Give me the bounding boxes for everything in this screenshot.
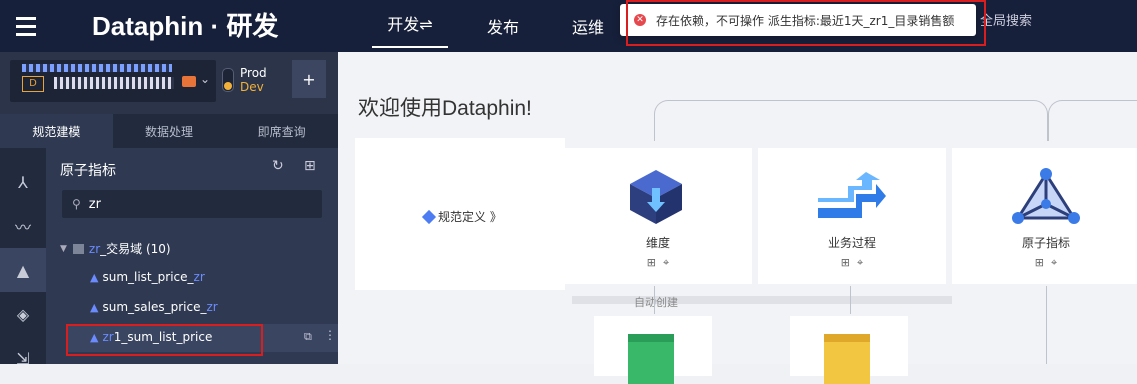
metric-icon: ▲ (90, 270, 99, 284)
card-business-process[interactable]: 业务过程 ⊞ ⌖ (758, 148, 946, 284)
definition-text: 规范定义 》 (438, 210, 502, 224)
card-label: 原子指标 (1021, 236, 1070, 250)
card-label: 维度 (645, 236, 670, 250)
search-icon: ⚲ (72, 197, 81, 211)
nav-publish[interactable]: 发布 (487, 0, 519, 52)
cube-icon (630, 170, 682, 224)
refresh-icon[interactable]: ↻ (272, 158, 284, 174)
card-atomic-metric[interactable]: 原子指标 ⊞ ⌖ (952, 148, 1137, 284)
flow-line (654, 100, 1048, 141)
tree-node-label: _交易域 (10) (100, 242, 171, 256)
folder-icon (72, 243, 84, 254)
process-arrow-icon (818, 172, 886, 218)
flow-line (654, 286, 656, 314)
nav-develop[interactable]: 开发⇌ (372, 0, 448, 48)
project-name-redacted (22, 64, 172, 72)
welcome-title: 欢迎使用Dataphin! (358, 97, 532, 120)
highlight-box-toast (626, 0, 986, 46)
item-suffix: zr (206, 300, 218, 314)
sidebar: D ⌄ Prod Dev + 规范建模 数据处理 即席查询 ⅄ 〰 ▲ ◈ ⇲ … (0, 52, 338, 368)
hierarchy-icon[interactable]: ⅄ (0, 160, 46, 204)
list-item[interactable]: ▲ sum_list_price_ zr (90, 270, 205, 284)
location-icon[interactable]: ⌖ (857, 256, 863, 269)
add-icon[interactable]: ⊞ (841, 256, 850, 269)
layers-icon[interactable]: ◈ (0, 292, 46, 336)
new-file-icon[interactable]: ⊞ (304, 158, 316, 174)
tree-node-trade-domain[interactable]: ▼ zr _交易域 (10) (60, 240, 171, 257)
location-icon[interactable]: ⌖ (1051, 256, 1057, 269)
project-selector[interactable]: D ⌄ (10, 60, 216, 102)
item-label: sum_list_price_ (102, 270, 194, 284)
project-badge: D (22, 76, 44, 92)
triangle-network-icon (1012, 168, 1080, 224)
panel-title: 原子指标 (60, 163, 116, 179)
search-input[interactable]: ⚲ zr (62, 190, 322, 218)
menu-icon[interactable] (0, 0, 52, 52)
nav-operations[interactable]: 运维 (572, 0, 604, 52)
item-suffix: zr (193, 270, 205, 284)
main-content: 欢迎使用Dataphin! 规范定义 》 维度 ⊞ ⌖ 业务过程 ⊞ ⌖ 原子指… (338, 52, 1137, 384)
search-value: zr (88, 196, 101, 212)
auto-create-label: 自动创建 (634, 296, 678, 309)
copy-icon[interactable]: ⧉ (304, 330, 312, 344)
flow-line (850, 286, 852, 314)
card-dimension[interactable]: 维度 ⊞ ⌖ (564, 148, 752, 284)
card-actions: ⊞ ⌖ (758, 256, 946, 270)
divider (572, 296, 952, 304)
sidebar-tabs: 规范建模 数据处理 即席查询 (0, 114, 338, 148)
card-bottom-2[interactable] (790, 316, 908, 384)
list-item[interactable]: ▲ sum_sales_price_ zr (90, 300, 218, 314)
metric-icon: ▲ (90, 300, 99, 314)
triangle-metric-icon[interactable]: ▲ (0, 248, 46, 292)
icon-rail: ⅄ 〰 ▲ ◈ ⇲ (0, 148, 46, 368)
flow-line (1048, 100, 1137, 141)
tree-node-prefix: zr (88, 241, 101, 256)
tab-data-processing[interactable]: 数据处理 (113, 114, 226, 148)
tag-icon (421, 209, 437, 224)
table-green-icon (628, 334, 674, 384)
add-icon[interactable]: ⊞ (647, 256, 656, 269)
table-yellow-icon (824, 334, 870, 384)
trend-icon[interactable]: 〰 (0, 204, 46, 248)
card-label: 业务过程 (827, 236, 876, 250)
more-icon[interactable]: ⋮ (324, 328, 336, 342)
location-icon[interactable]: ⌖ (663, 256, 669, 269)
project-title-redacted (54, 77, 174, 89)
env-prod-label: Prod (240, 66, 267, 80)
tab-modeling[interactable]: 规范建模 (0, 114, 113, 148)
flow-line (1046, 286, 1048, 364)
env-toggle[interactable] (222, 68, 234, 92)
card-actions: ⊞ ⌖ (952, 256, 1137, 270)
add-icon[interactable]: ⊞ (1035, 256, 1044, 269)
env-dev-label: Dev (240, 80, 264, 94)
expand-icon[interactable]: ⇲ (0, 336, 46, 380)
card-bottom-1[interactable] (594, 316, 712, 384)
global-search[interactable]: 全局搜索 (980, 10, 1032, 29)
item-label: sum_sales_price_ (102, 300, 207, 314)
definition-label[interactable]: 规范定义 》 (421, 208, 502, 225)
highlight-box-item (66, 324, 263, 356)
tab-adhoc-query[interactable]: 即席查询 (225, 114, 338, 148)
project-icon (182, 76, 196, 87)
card-actions: ⊞ ⌖ (564, 256, 752, 270)
caret-down-icon[interactable]: ▼ (60, 244, 67, 254)
app-logo: Dataphin · 研发 (92, 11, 279, 41)
chevron-down-icon[interactable]: ⌄ (200, 72, 210, 86)
add-button[interactable]: + (292, 60, 326, 98)
